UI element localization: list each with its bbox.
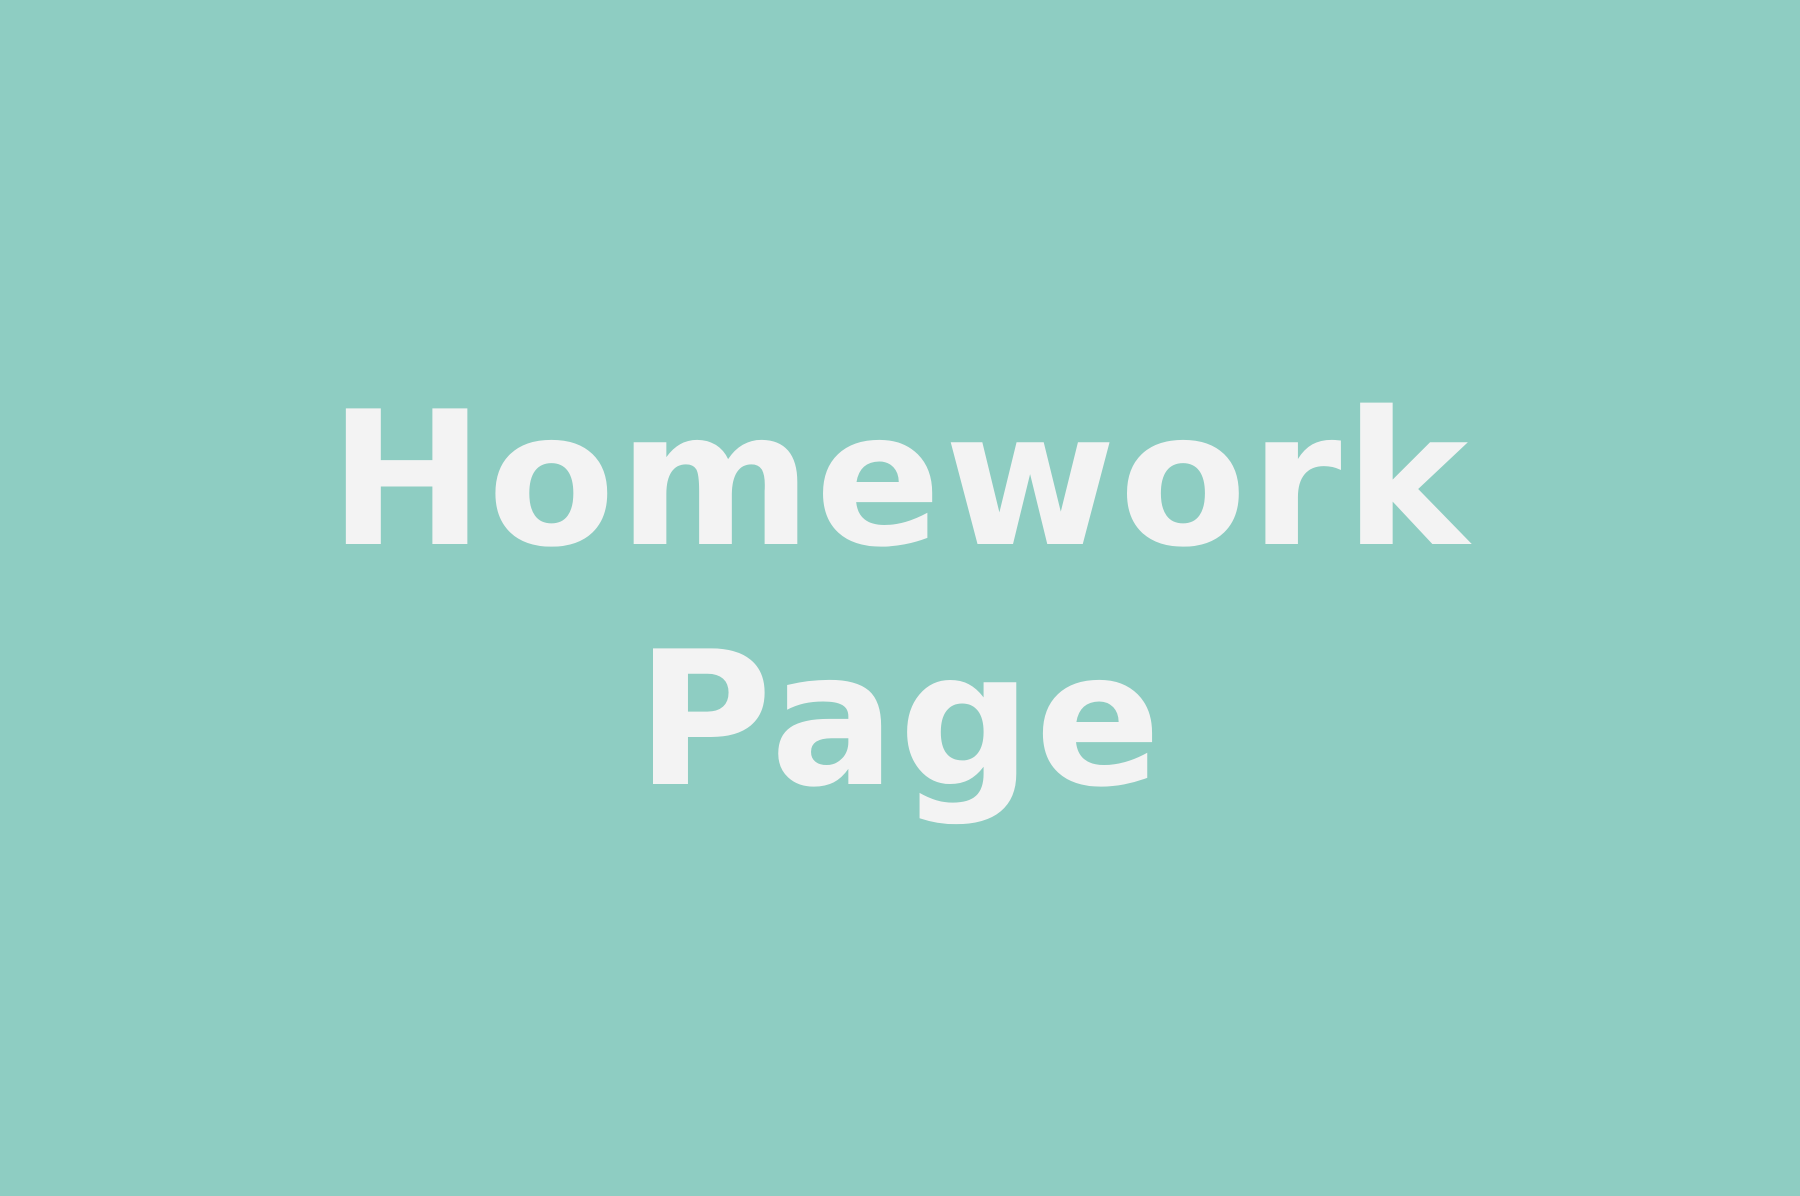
page-title: Homework Page bbox=[0, 360, 1800, 840]
homework-page-canvas: Homework Page bbox=[0, 0, 1800, 1196]
title-line-page: Page bbox=[635, 611, 1165, 828]
title-line-homework: Homework bbox=[328, 371, 1472, 588]
